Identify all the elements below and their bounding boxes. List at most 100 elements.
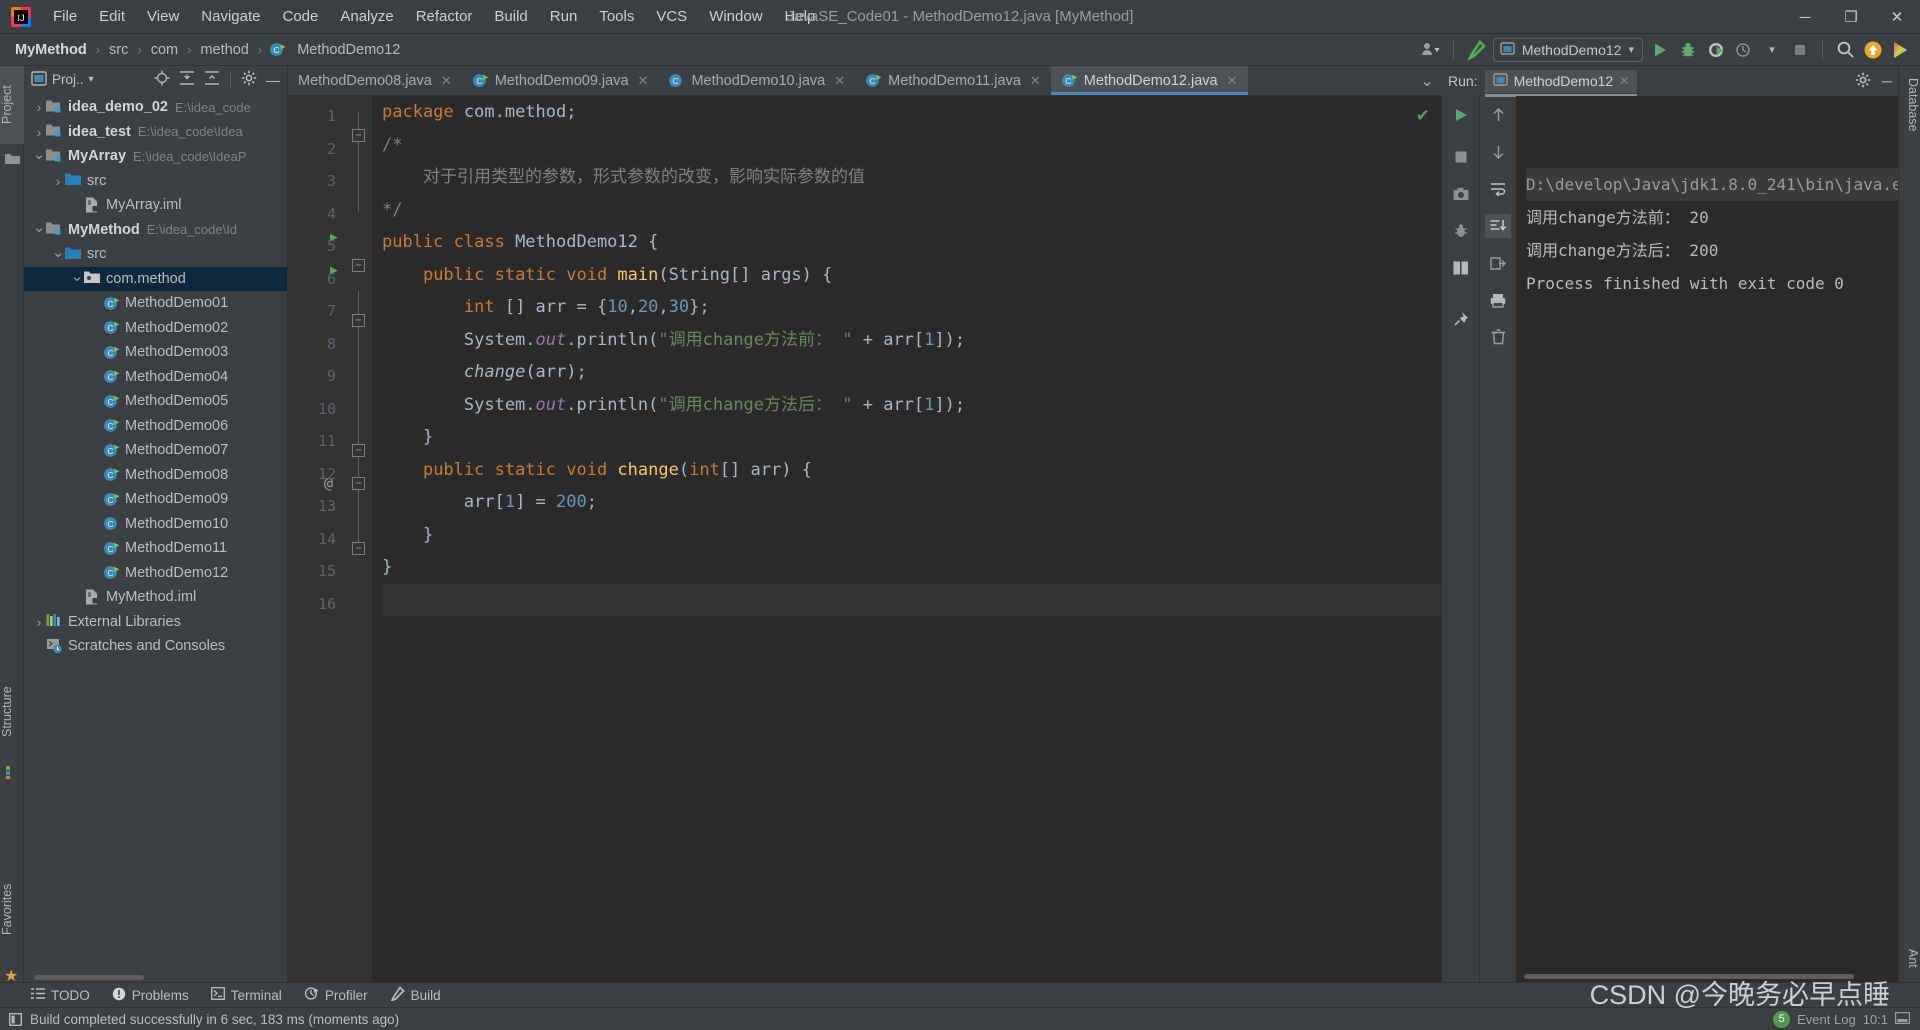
- scroll-down-icon[interactable]: [1485, 140, 1511, 164]
- window-controls[interactable]: ─ ❐ ✕: [1782, 0, 1920, 34]
- gear-icon[interactable]: [1855, 72, 1871, 91]
- tree-row[interactable]: MyArray.iml: [24, 193, 287, 218]
- scroll-to-end-icon[interactable]: [1485, 214, 1511, 238]
- run-configuration-selector[interactable]: MethodDemo12 ▾: [1492, 37, 1643, 62]
- breadcrumb-src[interactable]: src: [104, 41, 133, 59]
- fold-collapse-icon[interactable]: −: [352, 129, 365, 142]
- close-icon[interactable]: ✕: [1030, 73, 1041, 89]
- editor-tab[interactable]: MethodDemo08.java ✕: [288, 66, 462, 95]
- rerun-icon[interactable]: [1448, 103, 1474, 127]
- chevron-down-icon[interactable]: ⌄: [51, 243, 65, 261]
- bottom-item-build[interactable]: Build: [381, 984, 450, 1006]
- close-icon[interactable]: ✕: [1227, 73, 1238, 89]
- update-project-icon[interactable]: [1862, 39, 1884, 61]
- code-line[interactable]: System.out.println("调用change方法前： " + arr…: [382, 324, 1442, 357]
- memory-indicator-icon[interactable]: [1895, 1011, 1911, 1027]
- code-line[interactable]: */: [382, 194, 1442, 227]
- folder-icon[interactable]: [5, 152, 20, 170]
- code-line[interactable]: public static void main(String[] args) {: [382, 259, 1442, 292]
- minimize-button[interactable]: ─: [1782, 0, 1828, 34]
- chevron-right-icon[interactable]: ›: [51, 173, 65, 189]
- bottom-item-problems[interactable]: Problems: [103, 985, 198, 1006]
- maximize-button[interactable]: ❐: [1828, 0, 1874, 34]
- tool-window-button-database[interactable]: Database: [1898, 70, 1920, 140]
- breadcrumb-module[interactable]: MyMethod: [10, 41, 92, 59]
- menu-item-view[interactable]: View: [136, 5, 190, 28]
- code-line[interactable]: int [] arr = {10,20,30};: [382, 291, 1442, 324]
- tree-row[interactable]: › src: [24, 169, 287, 194]
- code-line[interactable]: 对于引用类型的参数，形式参数的改变，影响实际参数的值: [382, 161, 1442, 194]
- structure-icon[interactable]: [6, 766, 19, 784]
- menu-item-vcs[interactable]: VCS: [645, 5, 698, 28]
- chevron-down-icon[interactable]: ▾: [89, 74, 94, 85]
- fold-collapse-icon[interactable]: −: [352, 259, 365, 272]
- run-actions-left[interactable]: [1442, 96, 1479, 982]
- code-line[interactable]: change(arr);: [382, 356, 1442, 389]
- scroll-up-icon[interactable]: [1485, 103, 1511, 127]
- run-actions-console[interactable]: [1479, 96, 1516, 982]
- code-line[interactable]: }: [382, 519, 1442, 552]
- scroll-from-source-icon[interactable]: [154, 70, 170, 89]
- menu-bar[interactable]: File Edit View Navigate Code Analyze Ref…: [42, 5, 826, 28]
- tree-row[interactable]: ⌄ src: [24, 242, 287, 267]
- code-line[interactable]: /*: [382, 129, 1442, 162]
- editor-tab[interactable]: C MethodDemo11.java ✕: [855, 66, 1051, 95]
- tree-row[interactable]: C MethodDemo05: [24, 389, 287, 414]
- fold-collapse-icon[interactable]: −: [352, 542, 365, 555]
- camera-icon[interactable]: [1448, 182, 1474, 206]
- tree-row[interactable]: C MethodDemo10: [24, 512, 287, 537]
- close-icon[interactable]: ✕: [834, 73, 845, 89]
- trash-icon[interactable]: [1485, 325, 1511, 349]
- editor-tab[interactable]: C MethodDemo10.java ✕: [658, 66, 855, 95]
- code-line[interactable]: arr[1] = 200;: [382, 486, 1442, 519]
- collapse-all-icon[interactable]: [204, 70, 220, 89]
- chevron-down-icon[interactable]: ⌄: [32, 218, 46, 236]
- tree-row[interactable]: C MethodDemo11: [24, 536, 287, 561]
- tree-row[interactable]: C MethodDemo08: [24, 463, 287, 488]
- tree-row[interactable]: › idea_test E:\idea_code\Idea: [24, 120, 287, 145]
- close-icon[interactable]: ✕: [638, 73, 649, 89]
- menu-item-window[interactable]: Window: [698, 5, 773, 28]
- menu-item-navigate[interactable]: Navigate: [190, 5, 271, 28]
- editor-gutter[interactable]: − − − − − − ▶ ▶ @ 1 2 3 4 5 6 7 8 9 10 11 12 13 14 15 1…: [288, 96, 372, 982]
- code-line[interactable]: public class MethodDemo12 {: [382, 226, 1442, 259]
- fold-collapse-icon[interactable]: −: [352, 314, 365, 327]
- menu-item-tools[interactable]: Tools: [588, 5, 645, 28]
- inspection-status-icon[interactable]: ✔: [1416, 106, 1430, 126]
- tree-row[interactable]: › External Libraries: [24, 610, 287, 635]
- code-folding-column[interactable]: − − − − − −: [346, 96, 372, 982]
- tool-window-button-project[interactable]: Project: [0, 66, 24, 144]
- menu-item-help[interactable]: Help: [774, 5, 827, 28]
- breadcrumb-method[interactable]: method: [195, 41, 253, 59]
- profile-button[interactable]: [1733, 39, 1755, 61]
- event-log-area[interactable]: 5 Event Log 10:1: [1773, 1010, 1920, 1028]
- source-code[interactable]: package com.method; /* 对于引用类型的参数，形式参数的改变，…: [372, 96, 1442, 982]
- project-panel-tools[interactable]: —: [154, 70, 280, 89]
- main-toolbar[interactable]: MethodDemo12 ▾ ▾: [1420, 37, 1920, 62]
- chevron-down-icon[interactable]: ⌄: [32, 145, 46, 163]
- chevron-right-icon[interactable]: ›: [32, 614, 46, 630]
- run-console-output[interactable]: D:\develop\Java\jdk1.8.0_241\bin\java.e 调…: [1516, 96, 1898, 982]
- run-button[interactable]: [1649, 39, 1671, 61]
- expand-all-icon[interactable]: [179, 70, 195, 89]
- fold-collapse-icon[interactable]: −: [352, 477, 365, 490]
- hide-panel-icon[interactable]: —: [266, 72, 280, 88]
- tree-row[interactable]: C MethodDemo02: [24, 316, 287, 341]
- fold-collapse-icon[interactable]: −: [352, 444, 365, 457]
- run-panel-header-tools[interactable]: ─: [1855, 72, 1892, 91]
- chevron-down-icon[interactable]: ⌄: [70, 267, 84, 285]
- ide-plugin-icon[interactable]: [1890, 39, 1912, 61]
- menu-item-analyze[interactable]: Analyze: [329, 5, 404, 28]
- tree-row[interactable]: C MethodDemo04: [24, 365, 287, 390]
- tree-row[interactable]: Scratches and Consoles: [24, 634, 287, 659]
- search-icon[interactable]: [1834, 39, 1856, 61]
- breadcrumb-class[interactable]: MethodDemo12: [292, 41, 405, 59]
- pin-icon[interactable]: [1448, 307, 1474, 331]
- menu-item-file[interactable]: File: [42, 5, 88, 28]
- hide-panel-icon[interactable]: ─: [1882, 73, 1892, 89]
- tree-row[interactable]: C MethodDemo09: [24, 487, 287, 512]
- export-icon[interactable]: [1485, 251, 1511, 275]
- event-log-label[interactable]: Event Log: [1797, 1012, 1856, 1027]
- layout-grid-icon[interactable]: [1448, 256, 1474, 280]
- close-button[interactable]: ✕: [1874, 0, 1920, 34]
